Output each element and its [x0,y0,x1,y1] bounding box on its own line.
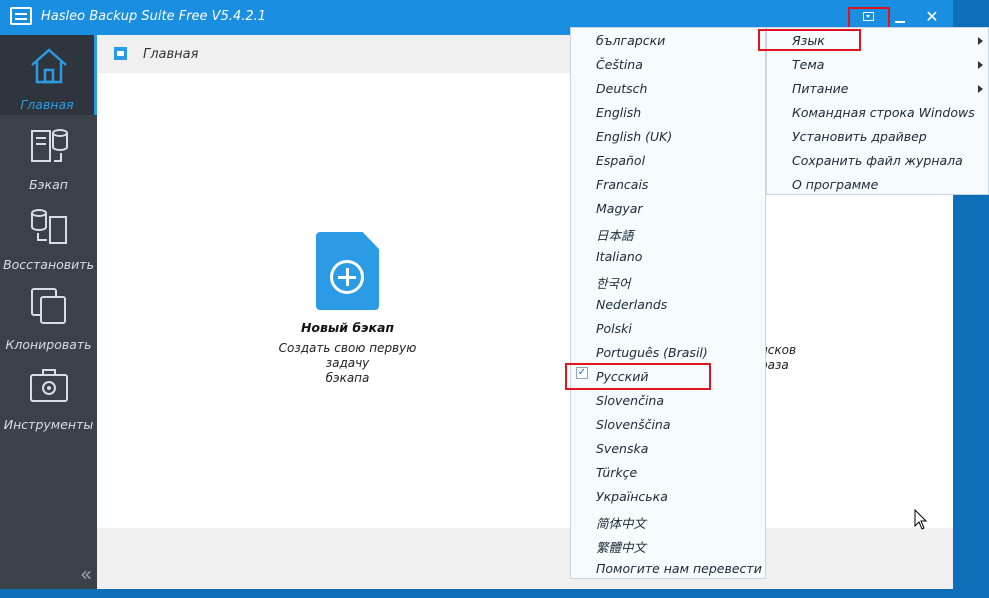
second-card-partial[interactable]: исков раза [760,343,820,373]
lang-item[interactable]: Magyar [596,201,643,216]
home-icon [31,48,67,84]
footer-bar [97,528,953,589]
lang-item[interactable]: Čeština [596,57,643,72]
lang-item[interactable]: български [596,33,665,48]
lang-item[interactable]: Francais [596,177,648,192]
second-card-desc-1: исков [760,343,797,357]
menu-item-command-line[interactable]: Командная строка Windows [792,105,975,120]
clone-icon [31,288,66,324]
lang-item[interactable]: Nederlands [596,297,667,312]
lang-item[interactable]: Português (Brasil) [596,345,708,360]
menu-item-about[interactable]: О программе [792,177,878,192]
nav-restore[interactable]: Восстановить [0,195,97,275]
mouse-cursor-icon [914,509,928,530]
lang-item[interactable]: 日本語 [596,225,634,244]
home-breadcrumb-icon[interactable] [114,47,127,60]
second-card-desc-2: раза [760,358,789,372]
backup-icon [31,129,68,162]
menu-item-power[interactable]: Питание [792,81,848,96]
submenu-arrow-icon [978,61,983,69]
breadcrumb-text: Главная [143,47,199,62]
app-logo-icon [10,7,32,25]
submenu-arrow-icon [978,85,983,93]
lang-item[interactable]: 繁體中文 [596,537,646,556]
lang-item[interactable]: Українська [596,489,668,504]
lang-item[interactable]: Slovenčina [596,393,664,408]
menu-item-save-log[interactable]: Сохранить файл журнала [792,153,963,168]
lang-item[interactable]: English [596,105,641,120]
highlight-selected-language [565,363,711,390]
new-backup-desc-2: бэкапа [325,371,370,385]
help-translate-item[interactable]: Помогите нам перевести [596,561,762,576]
new-backup-card[interactable]: Новый бэкап Создать свою первую задачу б… [255,232,440,386]
lang-item[interactable]: Polski [596,321,632,336]
window-title: Hasleo Backup Suite Free V5.4.2.1 [41,9,267,24]
lang-item[interactable]: Türkçe [596,465,637,480]
toolbox-icon [30,369,68,402]
lang-item[interactable]: English (UK) [596,129,672,144]
highlight-language-item [758,29,861,51]
new-backup-desc-1: Создать свою первую задачу [278,341,417,370]
restore-icon [31,209,67,244]
lang-item[interactable]: 한국어 [596,273,631,292]
main-dropdown-menu: Язык Тема Питание Командная строка Windo… [766,27,989,195]
nav-clone[interactable]: Клонировать [0,275,97,355]
close-button[interactable]: ✕ [920,6,944,28]
minimize-button[interactable] [888,6,912,28]
new-backup-title: Новый бэкап [300,320,395,335]
language-submenu: български Čeština Deutsch English Englis… [570,27,766,579]
nav-home[interactable]: Главная [0,35,97,115]
lang-item[interactable]: 简体中文 [596,513,646,532]
menu-item-theme[interactable]: Тема [792,57,824,72]
nav-tools-label: Инструменты [3,417,94,432]
lang-item[interactable]: Italiano [596,249,642,264]
submenu-arrow-icon [978,37,983,45]
lang-item[interactable]: Deutsch [596,81,647,96]
sidebar: Главная Бэкап Восстановить Клонировать И… [0,35,97,589]
nav-tools[interactable]: Инструменты [0,355,97,435]
lang-item[interactable]: Svenska [596,441,648,456]
new-backup-icon [316,232,379,310]
nav-restore-label: Восстановить [3,257,94,272]
lang-item[interactable]: Slovenščina [596,417,671,432]
lang-item[interactable]: Español [596,153,645,168]
menu-item-install-driver[interactable]: Установить драйвер [792,129,927,144]
nav-backup[interactable]: Бэкап [0,115,97,195]
collapse-sidebar-button[interactable]: « [80,562,92,586]
nav-home-label: Главная [20,97,74,112]
nav-backup-label: Бэкап [29,177,68,192]
nav-clone-label: Клонировать [5,337,92,352]
